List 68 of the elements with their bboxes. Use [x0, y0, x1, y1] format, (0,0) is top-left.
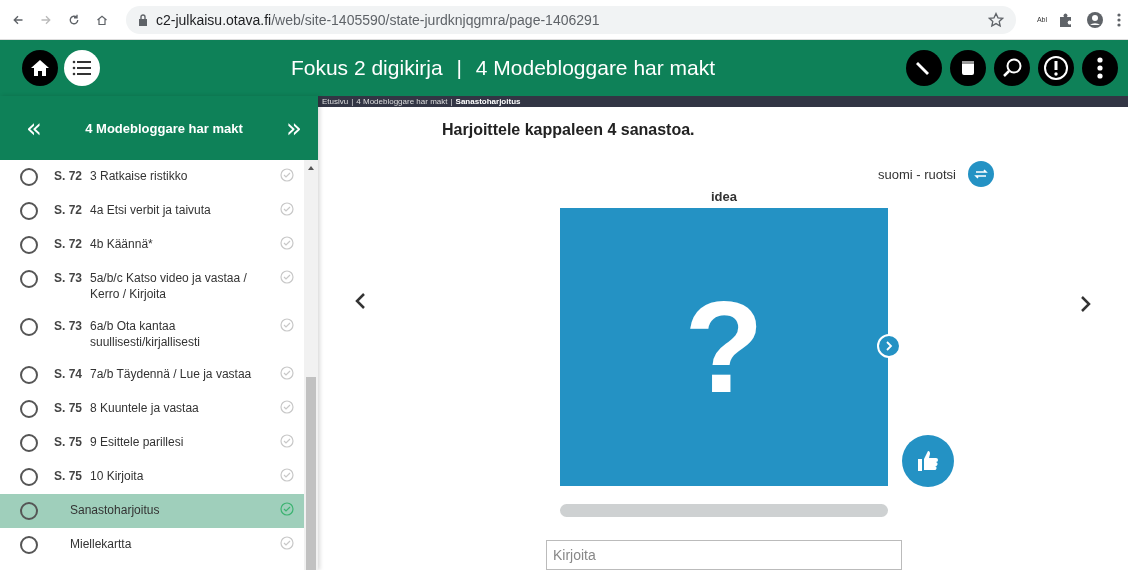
address-bar[interactable]: c2-julkaisu.otava.fi/web/site-1405590/state-jurdknjqgmra/page-1406291: [126, 5, 1016, 34]
menu-button[interactable]: [64, 50, 100, 86]
next-card-button[interactable]: [1080, 295, 1092, 313]
exclamation-icon: [1043, 55, 1069, 81]
sidebar-item[interactable]: S. 75 9 Esittele parillesi: [0, 426, 304, 460]
sidebar-item[interactable]: S. 75 10 Kirjoita: [0, 460, 304, 494]
house-icon: [30, 58, 50, 78]
sidebar-item[interactable]: S. 74 7a/b Täydennä / Lue ja vastaa: [0, 358, 304, 392]
radio-button[interactable]: [20, 536, 38, 554]
sidebar-item[interactable]: S. 72 3 Ratkaise ristikko: [0, 160, 304, 194]
lock-icon: [138, 13, 148, 26]
sidebar-item[interactable]: S. 73 6a/b Ota kantaa suullisesti/kirjallisesti: [0, 310, 304, 358]
puzzle-icon[interactable]: [1058, 11, 1074, 28]
search-icon: [1001, 57, 1023, 79]
more-button[interactable]: [1082, 50, 1118, 86]
chevron-right-icon: [1080, 295, 1092, 313]
list-icon: [72, 60, 92, 76]
sidebar-item[interactable]: S. 72 4b Käännä*: [0, 228, 304, 262]
question-mark: ?: [684, 282, 764, 412]
radio-button[interactable]: [20, 366, 38, 384]
flashcard[interactable]: ?: [560, 208, 888, 486]
radio-button[interactable]: [20, 168, 38, 186]
sidebar-item[interactable]: S. 73 5a/b/c Katso video ja vastaa / Kerro / Kirjoita: [0, 262, 304, 310]
swap-icon: [974, 169, 988, 179]
breadcrumb-separator: |: [351, 97, 354, 106]
radio-button[interactable]: [20, 236, 38, 254]
pen-button[interactable]: [906, 50, 942, 86]
alert-button[interactable]: [1038, 50, 1074, 86]
next-chapter-button[interactable]: »: [282, 113, 306, 143]
radio-button[interactable]: [20, 270, 38, 288]
sidebar-item[interactable]: S. 72 4a Etsi verbit ja taivuta: [0, 194, 304, 228]
radio-button[interactable]: [20, 502, 38, 520]
swap-language-button[interactable]: [968, 161, 994, 187]
instruction-text: Harjoittele kappaleen 4 sanastoa.: [442, 121, 696, 139]
star-icon[interactable]: [988, 11, 1004, 28]
notebook-button[interactable]: [950, 50, 986, 86]
thumbs-up-icon: [916, 449, 940, 473]
word-label: idea: [710, 189, 738, 204]
radio-button[interactable]: [20, 468, 38, 486]
scroll-up-icon[interactable]: [307, 164, 315, 172]
notebook-icon: [959, 59, 977, 77]
breadcrumb-link[interactable]: 4 Modebloggare har makt: [356, 97, 448, 106]
sidebar-item[interactable]: Miellekartta: [0, 528, 304, 562]
chapter-title: 4 Modebloggare har makt: [85, 120, 243, 136]
book-title: Fokus 2 digikirja | 4 Modebloggare har makt: [289, 56, 717, 80]
radio-button[interactable]: [20, 202, 38, 220]
scrollbar[interactable]: [304, 160, 318, 570]
breadcrumb-separator: |: [450, 97, 453, 106]
breadcrumb-link[interactable]: Etusivu: [322, 97, 349, 106]
url-text: c2-julkaisu.otava.fi/web/site-1405590/state-jurdknjqgmra/page-1406291: [156, 11, 600, 28]
flip-card-button[interactable]: [877, 334, 901, 358]
menu-icon[interactable]: [1116, 11, 1122, 28]
more-icon: [1097, 57, 1103, 79]
previous-card-button[interactable]: [354, 292, 366, 310]
radio-button[interactable]: [20, 434, 38, 452]
home-button[interactable]: [22, 50, 58, 86]
answer-field[interactable]: Kirjoita: [546, 540, 902, 570]
sidebar-item[interactable]: Sanastoharjoitus: [0, 494, 304, 528]
radio-button[interactable]: [20, 400, 38, 418]
previous-chapter-button[interactable]: «: [22, 113, 46, 143]
profile-icon[interactable]: [1086, 10, 1104, 29]
search-button[interactable]: [994, 50, 1030, 86]
chevron-right-icon: [885, 340, 893, 352]
thumbs-up-button[interactable]: [902, 435, 954, 487]
language-pair: suomi - ruotsi: [877, 166, 956, 182]
sidebar-item[interactable]: S. 75 8 Kuuntele ja vastaa: [0, 392, 304, 426]
radio-button[interactable]: [20, 318, 38, 336]
chevron-left-icon: [354, 292, 366, 310]
